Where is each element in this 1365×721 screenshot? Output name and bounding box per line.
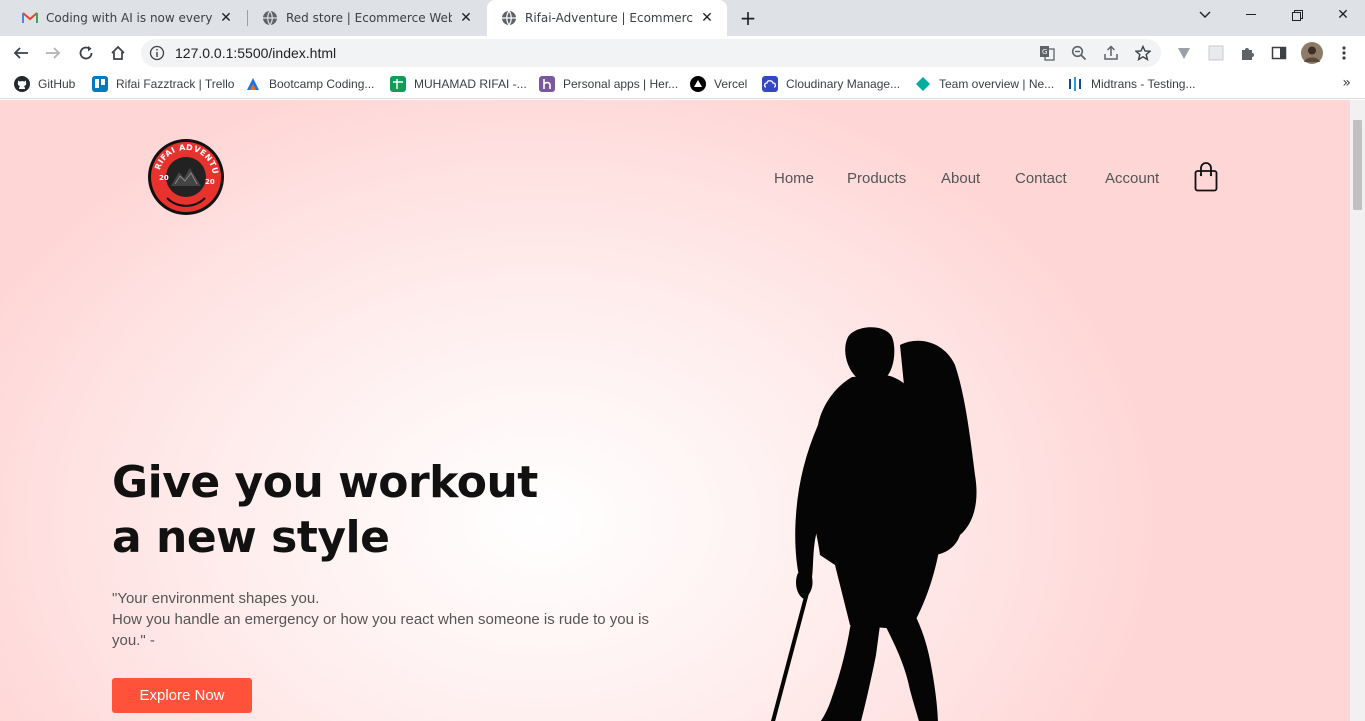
nav-contact[interactable]: Contact [1015, 170, 1067, 187]
tab-gmail[interactable]: Coding with AI is now everywhere ✕ [8, 0, 246, 36]
bookmark-heroku[interactable]: Personal apps | Her... [539, 75, 678, 93]
bookmark-trello[interactable]: Rifai Fazztrack | Trello [92, 75, 234, 93]
logo-year-right: 20 [205, 178, 215, 186]
hero-headline-line2: a new style [112, 512, 390, 563]
side-panel-icon[interactable] [1266, 40, 1292, 66]
translate-icon[interactable]: G [1038, 44, 1056, 62]
bookmark-label: Personal apps | Her... [563, 77, 679, 91]
close-window-icon[interactable]: ✕ [1320, 0, 1365, 30]
globe-icon [262, 10, 278, 26]
bookmark-sheets[interactable]: MUHAMAD RIFAI -... [390, 75, 527, 93]
bookmark-netlify[interactable]: Team overview | Ne... [915, 75, 1054, 93]
minimize-icon[interactable] [1228, 0, 1274, 30]
more-bookmarks-icon[interactable]: » [1342, 75, 1351, 91]
netlify-icon [915, 76, 931, 92]
hero-section: RIFAI ADVENTURE 20 20 Home Products Abou… [0, 100, 1350, 721]
vercel-icon [690, 76, 706, 92]
bookmarks-bar: GitHub Rifai Fazztrack | Trello Bootcamp… [0, 70, 1365, 99]
bookmark-cloudinary[interactable]: Cloudinary Manage... [762, 75, 900, 93]
globe-icon [501, 10, 517, 26]
extension-v-icon[interactable] [1171, 40, 1197, 66]
bookmark-vercel[interactable]: Vercel [690, 75, 747, 93]
nav-home[interactable]: Home [774, 170, 814, 187]
hero-headline-line1: Give you workout [112, 457, 538, 508]
bookmark-label: Vercel [714, 77, 748, 91]
arrow-logo-icon [245, 76, 261, 92]
back-icon[interactable] [8, 40, 34, 66]
midtrans-icon [1067, 76, 1083, 92]
tab-search-icon[interactable] [1182, 0, 1228, 30]
bookmark-label: Rifai Fazztrack | Trello [116, 77, 235, 91]
close-icon[interactable]: ✕ [699, 10, 715, 26]
scrollbar-thumb[interactable] [1353, 120, 1362, 210]
browser-toolbar: 127.0.0.1:5500/index.html G [0, 36, 1365, 70]
bookmark-label: Team overview | Ne... [939, 77, 1055, 91]
bookmark-label: Midtrans - Testing... [1091, 77, 1196, 91]
home-icon[interactable] [105, 40, 131, 66]
zoom-icon[interactable] [1070, 44, 1088, 62]
puzzle-icon[interactable] [1235, 40, 1261, 66]
address-bar[interactable]: 127.0.0.1:5500/index.html G [141, 39, 1161, 67]
gmail-icon [22, 10, 38, 26]
forward-icon[interactable] [40, 40, 66, 66]
github-icon [14, 76, 30, 92]
bookmark-label: MUHAMAD RIFAI -... [414, 77, 527, 91]
reload-icon[interactable] [73, 40, 99, 66]
explore-now-button[interactable]: Explore Now [112, 678, 252, 713]
bookmark-star-icon[interactable] [1134, 44, 1152, 62]
new-tab-button[interactable]: + [736, 6, 760, 30]
info-icon[interactable] [149, 45, 165, 61]
tab-title: Red store | Ecommerce Website D [286, 11, 452, 25]
cloudinary-icon [762, 76, 778, 92]
trello-icon [92, 76, 108, 92]
hero-headline: Give you workout a new style [112, 455, 538, 565]
hero-quote: "Your environment shapes you. How you ha… [112, 588, 672, 651]
bookmark-github[interactable]: GitHub [14, 75, 75, 93]
sheets-icon [390, 76, 406, 92]
cart-icon[interactable] [1194, 162, 1218, 192]
nav-about[interactable]: About [941, 170, 980, 187]
page-scrollbar[interactable] [1350, 100, 1365, 721]
url-text: 127.0.0.1:5500/index.html [175, 45, 337, 61]
extension-box-icon[interactable] [1203, 40, 1229, 66]
tab-title: Coding with AI is now everywhere [46, 11, 212, 25]
tab-title: Rifai-Adventure | Ecommerce We [525, 11, 693, 25]
hiker-silhouette-image [760, 325, 1000, 721]
svg-text:G: G [1042, 48, 1047, 56]
bookmark-midtrans[interactable]: Midtrans - Testing... [1067, 75, 1195, 93]
tab-red-store[interactable]: Red store | Ecommerce Website D ✕ [248, 0, 486, 36]
menu-icon[interactable] [1331, 40, 1357, 66]
nav-products[interactable]: Products [847, 170, 906, 187]
nav-account[interactable]: Account [1105, 170, 1159, 187]
bookmark-label: Bootcamp Coding... [269, 77, 375, 91]
hero-quote-line1: "Your environment shapes you. [112, 590, 320, 607]
restore-icon[interactable] [1274, 0, 1320, 30]
bookmark-label: Cloudinary Manage... [786, 77, 901, 91]
tab-strip: Coding with AI is now everywhere ✕ Red s… [0, 0, 1365, 36]
site-logo[interactable]: RIFAI ADVENTURE 20 20 [144, 131, 225, 216]
heroku-icon [539, 76, 555, 92]
profile-avatar[interactable] [1299, 40, 1325, 66]
tab-rifai-adventure[interactable]: Rifai-Adventure | Ecommerce We ✕ [487, 0, 727, 36]
close-icon[interactable]: ✕ [458, 10, 474, 26]
logo-year-left: 20 [159, 174, 169, 182]
close-icon[interactable]: ✕ [218, 10, 234, 26]
bookmark-label: GitHub [38, 77, 76, 91]
hero-quote-line2: How you handle an emergency or how you r… [112, 611, 649, 649]
share-icon[interactable] [1102, 44, 1120, 62]
bookmark-bootcamp[interactable]: Bootcamp Coding... [245, 75, 374, 93]
